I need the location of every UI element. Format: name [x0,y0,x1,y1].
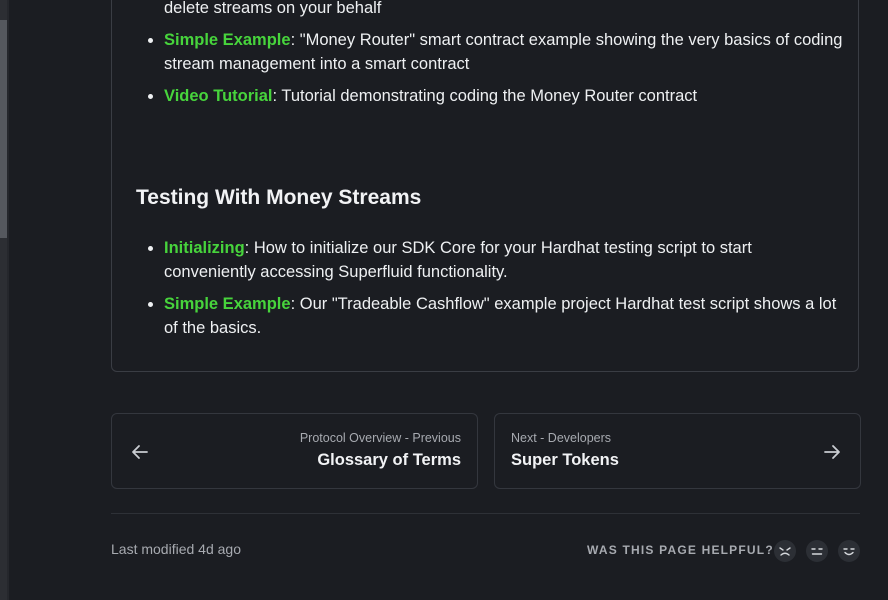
section-heading: Testing With Money Streams [136,186,422,209]
list-item: Simple Example: "Money Router" smart con… [148,28,844,76]
next-subtitle: Next - Developers [511,431,612,445]
initializing-link[interactable]: Initializing [164,239,245,257]
testing-list: Initializing: How to initialize our SDK … [148,236,844,348]
list-item-text: : Tutorial demonstrating coding the Mone… [272,87,698,105]
scrollbar-thumb[interactable] [0,20,7,238]
list-item: Initializing: How to initialize our SDK … [148,236,844,284]
sad-face-icon[interactable] [774,540,796,562]
list-item: delete streams on your behalf [164,0,844,20]
arrow-right-icon [824,445,840,459]
video-tutorial-link[interactable]: Video Tutorial [164,87,272,105]
simple-example-link[interactable]: Simple Example [164,31,291,49]
helpful-prompt: WAS THIS PAGE HELPFUL? [587,543,774,557]
next-title: Super Tokens [511,451,619,469]
arrow-left-icon [132,445,148,459]
previous-title: Glossary of Terms [317,451,461,469]
neutral-face-icon[interactable] [806,540,828,562]
previous-page-link[interactable]: Protocol Overview - Previous Glossary of… [111,413,478,489]
next-page-link[interactable]: Next - Developers Super Tokens [494,413,861,489]
list-item-text: : How to initialize our SDK Core for you… [164,239,752,281]
simple-example-test-link[interactable]: Simple Example [164,295,291,313]
previous-subtitle: Protocol Overview - Previous [299,431,461,445]
scrollbar[interactable] [0,0,7,600]
list-item-text: delete streams on your behalf [164,0,382,17]
list-item: Video Tutorial: Tutorial demonstrating c… [148,84,844,108]
footer-divider [111,513,860,514]
last-modified: Last modified 4d ago [111,541,241,557]
list-item: Simple Example: Our "Tradeable Cashflow"… [148,292,844,340]
happy-face-icon[interactable] [838,540,860,562]
top-list: delete streams on your behalf Simple Exa… [148,0,844,116]
